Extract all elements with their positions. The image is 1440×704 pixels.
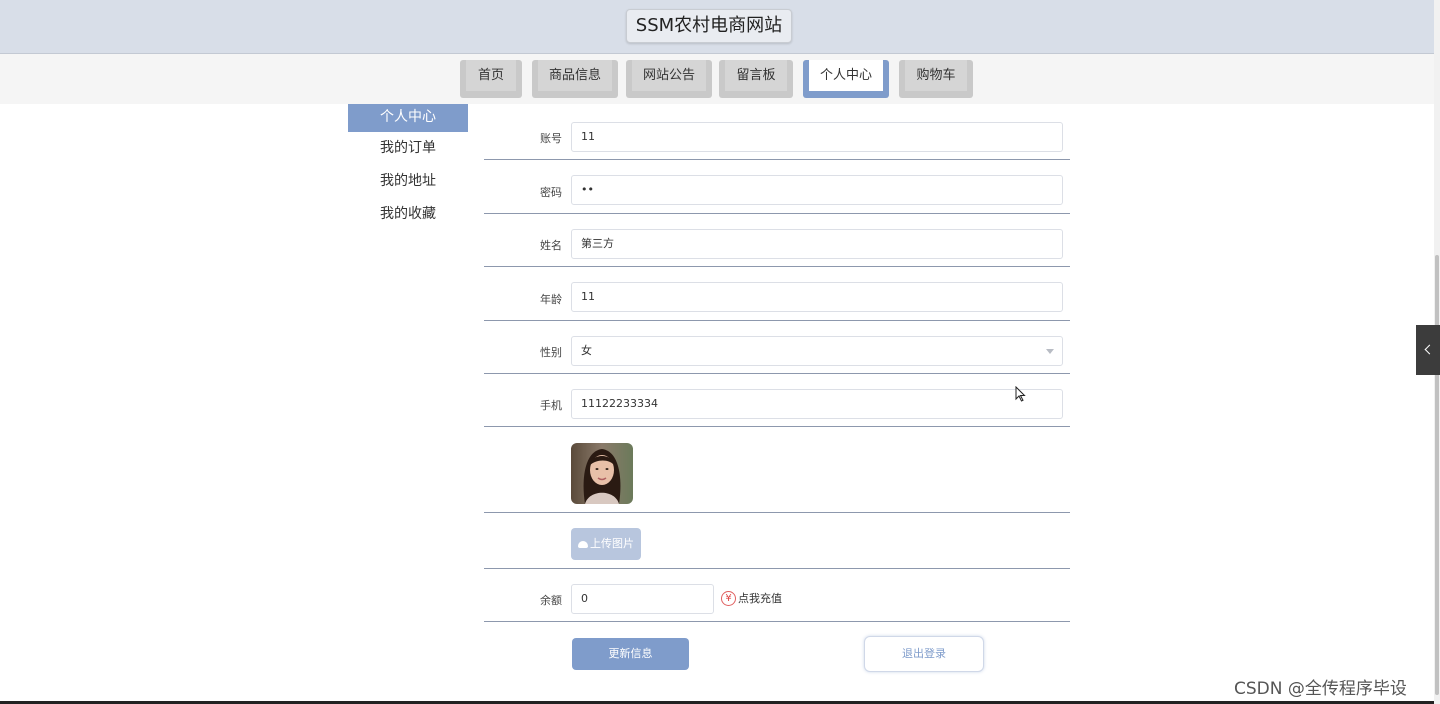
account-label: 账号 [540, 132, 562, 145]
recharge-label: 点我充值 [738, 592, 782, 605]
nav-item-cart[interactable]: 购物车 [899, 60, 973, 98]
nav-item-products[interactable]: 商品信息 [532, 60, 618, 98]
form-row-age: 年龄 11 [484, 267, 1070, 321]
main-nav: 首页 商品信息 网站公告 留言板 个人中心 购物车 [0, 54, 1434, 104]
mouse-cursor-icon [1015, 386, 1026, 402]
nav-item-label: 首页 [466, 60, 516, 91]
logout-button[interactable]: 退出登录 [864, 636, 984, 672]
nav-item-label: 商品信息 [538, 60, 612, 91]
avatar [571, 443, 633, 504]
watermark: CSDN @全传程序毕设 [1234, 679, 1407, 699]
site-header: SSM农村电商网站 [0, 0, 1434, 54]
form-row-account: 账号 11 [484, 104, 1070, 160]
name-field[interactable]: 第三方 [571, 229, 1063, 259]
nav-item-label: 留言板 [725, 60, 787, 91]
sidebar-item-my-orders[interactable]: 我的订单 [348, 132, 468, 165]
form-row-gender: 性别 女 [484, 321, 1070, 374]
age-field[interactable]: 11 [571, 282, 1063, 312]
nav-item-label: 购物车 [905, 60, 967, 91]
panel-toggle-button[interactable] [1416, 325, 1440, 375]
gender-label: 性别 [540, 346, 562, 359]
yen-icon: ¥ [721, 591, 736, 606]
chevron-down-icon [1046, 349, 1054, 354]
age-label: 年龄 [540, 293, 562, 306]
nav-item-home[interactable]: 首页 [460, 60, 522, 98]
account-field[interactable]: 11 [571, 122, 1063, 152]
sidebar-item-my-favorites[interactable]: 我的收藏 [348, 198, 468, 231]
avatar-image [571, 443, 633, 504]
gender-select[interactable]: 女 [571, 336, 1063, 366]
cloud-upload-icon [578, 541, 588, 548]
nav-item-label: 网站公告 [632, 60, 706, 91]
nav-item-personal-center[interactable]: 个人中心 [803, 60, 889, 98]
chevron-left-icon [1424, 344, 1435, 355]
recharge-link[interactable]: ¥ 点我充值 [721, 591, 782, 607]
nav-item-label: 个人中心 [809, 60, 883, 91]
sidebar: 个人中心 我的订单 我的地址 我的收藏 [348, 104, 468, 231]
sidebar-item-my-address[interactable]: 我的地址 [348, 165, 468, 198]
sidebar-item-personal-center[interactable]: 个人中心 [348, 104, 468, 132]
upload-image-label: 上传图片 [590, 537, 634, 550]
upload-image-button[interactable]: 上传图片 [571, 528, 641, 560]
site-title: SSM农村电商网站 [626, 9, 792, 43]
form-row-phone: 手机 11122233334 [484, 374, 1070, 427]
phone-label: 手机 [540, 399, 562, 412]
balance-label: 余额 [540, 594, 562, 607]
phone-field[interactable]: 11122233334 [571, 389, 1063, 419]
gender-select-value: 女 [581, 344, 592, 357]
password-label: 密码 [540, 186, 562, 199]
scrollbar-thumb[interactable] [1435, 255, 1439, 695]
form-row-name: 姓名 第三方 [484, 214, 1070, 267]
nav-item-announcements[interactable]: 网站公告 [626, 60, 712, 98]
nav-item-message-board[interactable]: 留言板 [719, 60, 793, 98]
balance-field[interactable]: 0 [571, 584, 714, 614]
update-info-button[interactable]: 更新信息 [572, 638, 689, 670]
form-row-password: 密码 •• [484, 160, 1070, 214]
password-field[interactable]: •• [571, 175, 1063, 205]
name-label: 姓名 [540, 239, 562, 252]
